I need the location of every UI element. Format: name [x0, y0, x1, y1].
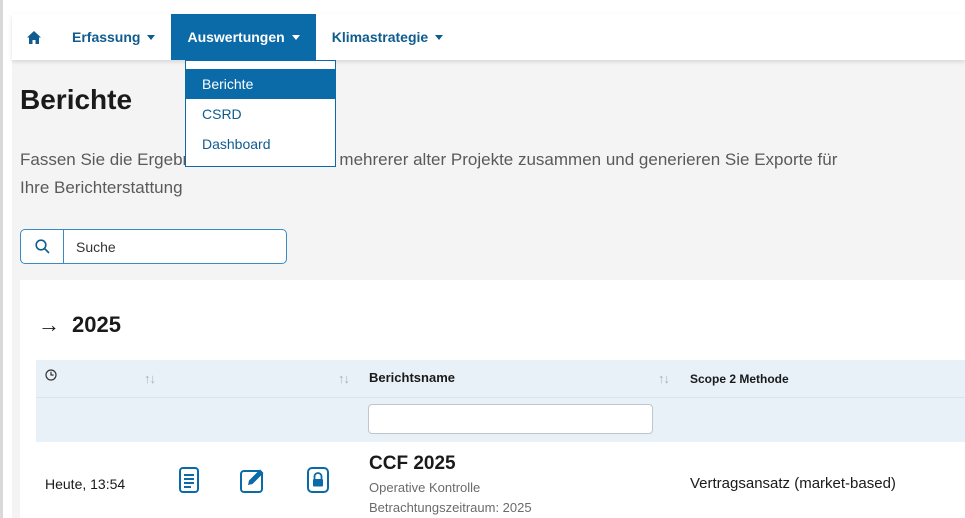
menu-item-csrd[interactable]: CSRD — [186, 99, 335, 129]
home-icon — [27, 30, 41, 44]
arrow-right-icon: → — [38, 312, 60, 337]
nav-item-erfassung[interactable]: Erfassung — [56, 14, 171, 60]
page-description: Fassen Sie die Ergebnisse einzelner oder… — [20, 150, 838, 197]
search-bar — [20, 229, 287, 264]
caret-down-icon — [291, 34, 300, 40]
column-header-berichtsname[interactable]: Berichtsname — [369, 370, 455, 385]
report-name[interactable]: CCF 2025 — [369, 453, 456, 475]
home-button[interactable] — [12, 14, 56, 60]
nav-item-label: Klimastrategie — [331, 29, 429, 45]
page-title: Berichte — [20, 84, 133, 115]
row-timestamp: Heute, 13:54 — [45, 476, 126, 492]
window-edge — [0, 0, 3, 518]
year-group-heading[interactable]: → 2025 — [38, 312, 121, 338]
caret-down-icon — [147, 34, 156, 40]
document-icon — [179, 467, 199, 493]
year-label: 2025 — [72, 312, 121, 337]
table-header-row — [36, 360, 965, 397]
sort-icon[interactable]: ↑↓ — [338, 371, 350, 386]
nav-item-auswertungen[interactable]: Auswertungen — [171, 14, 316, 60]
search-icon — [34, 239, 50, 254]
sort-icon[interactable]: ↑↓ — [658, 371, 670, 386]
berichtsname-filter-input[interactable] — [368, 404, 653, 434]
auswertungen-dropdown-menu: Berichte CSRD Dashboard — [185, 60, 336, 167]
lock-icon — [307, 467, 329, 493]
menu-item-berichte[interactable]: Berichte — [186, 69, 335, 99]
view-report-button[interactable] — [176, 466, 202, 494]
nav-item-klimastrategie[interactable]: Klimastrategie — [316, 14, 459, 60]
lock-report-button[interactable] — [305, 466, 331, 494]
scope2-method-value: Vertragsansatz (market-based) — [690, 475, 896, 492]
clock-icon[interactable] — [45, 369, 57, 384]
nav-item-label: Erfassung — [72, 29, 141, 45]
edit-icon — [240, 469, 264, 493]
caret-down-icon — [435, 34, 444, 40]
sort-icon[interactable]: ↑↓ — [144, 371, 156, 386]
report-period: Betrachtungszeitraum: 2025 — [369, 500, 532, 515]
column-header-scope2-methode[interactable]: Scope 2 Methode — [690, 372, 789, 386]
edit-report-button[interactable] — [240, 466, 266, 494]
menu-item-dashboard[interactable]: Dashboard — [186, 129, 335, 159]
report-control-type: Operative Kontrolle — [369, 480, 481, 495]
search-button[interactable] — [21, 230, 64, 263]
nav-item-label: Auswertungen — [187, 29, 285, 45]
search-input[interactable] — [64, 238, 264, 255]
main-navbar: Erfassung Auswertungen Klimastrategie — [12, 14, 965, 60]
